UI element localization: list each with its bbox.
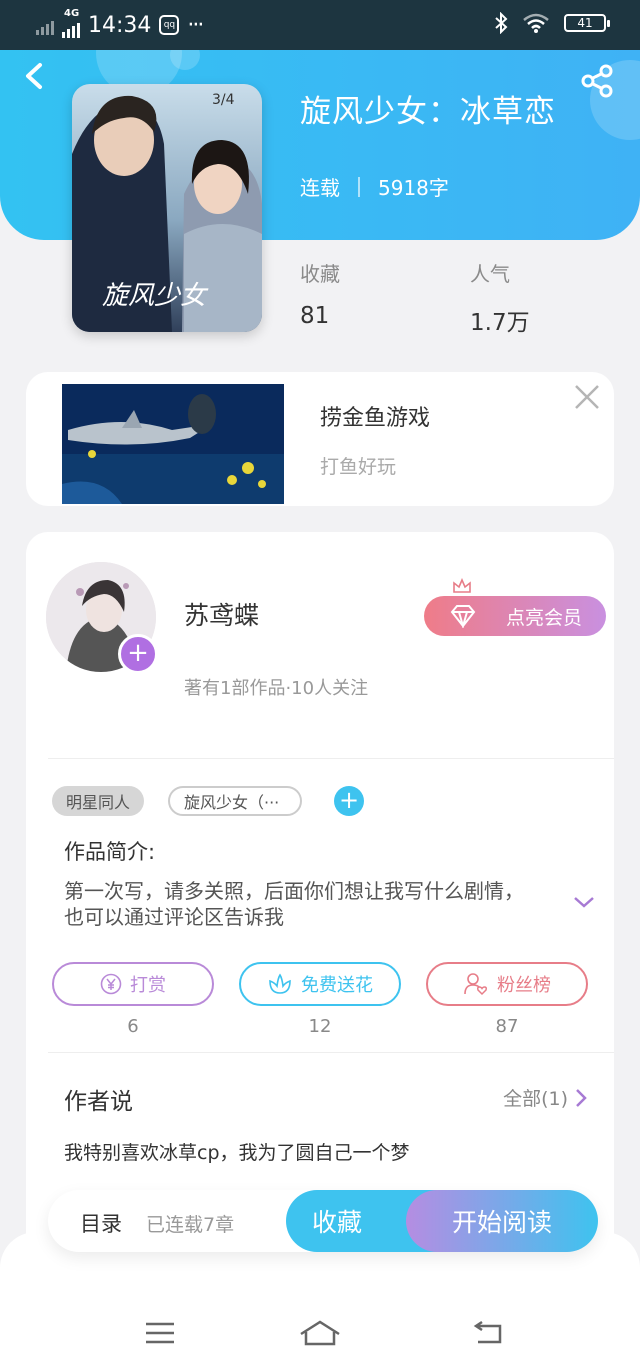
chevron-right-icon <box>576 1088 587 1107</box>
ad-close-button[interactable] <box>572 382 602 412</box>
more-notifications: ··· <box>187 12 204 38</box>
stat-value: 81 <box>300 303 330 329</box>
add-tag-button[interactable]: + <box>334 786 364 816</box>
svg-text:旋风少女: 旋风少女 <box>102 281 209 311</box>
intro-text: 第一次写，请多关照，后面你们想让我写什么剧情，也可以通过评论区告诉我 <box>64 879 524 929</box>
send-flower-button[interactable]: 免费送花 <box>239 962 401 1006</box>
ad-banner[interactable]: 捞金鱼游戏 打鱼好玩 <box>26 372 614 506</box>
author-says-all-button[interactable]: 全部(1) <box>503 1084 588 1111</box>
flower-icon <box>269 973 291 994</box>
author-info: 著有1部作品·10人关注 <box>184 678 369 699</box>
fan-ranking-label: 粉丝榜 <box>497 975 551 996</box>
back-button[interactable] <box>22 60 54 100</box>
status-left: 4G 14:34 qq ··· <box>36 8 204 38</box>
share-button[interactable] <box>580 64 614 98</box>
author-says-title: 作者说 <box>64 1089 133 1115</box>
network-type: 4G <box>64 8 80 19</box>
vip-button[interactable]: 点亮会员 <box>424 578 606 636</box>
author-says-text: 我特别喜欢冰草cp，我为了圆自己一个梦 <box>64 1142 410 1164</box>
fan-ranking-button[interactable]: 粉丝榜 <box>426 962 588 1006</box>
close-icon <box>575 385 599 409</box>
book-title: 旋风少女：冰草恋 <box>300 94 556 130</box>
author-name[interactable]: 苏鸢蝶 <box>184 596 259 632</box>
chapter-count: 已连载7章 <box>146 1214 235 1236</box>
user-heart-icon <box>464 973 488 996</box>
favorite-label: 收藏 <box>312 1208 363 1237</box>
clock: 14:34 <box>88 12 152 38</box>
flower-count: 12 <box>308 1016 332 1037</box>
home-nav-button[interactable] <box>298 1318 342 1348</box>
book-cover[interactable]: 旋风少女 3/4 <box>72 84 262 332</box>
book-word-count: 5918字 <box>378 176 449 200</box>
book-cover-image: 旋风少女 3/4 <box>72 84 262 332</box>
battery-icon: 41 <box>564 14 610 32</box>
book-status: 连载 <box>300 176 340 200</box>
book-meta: 连载 5918字 <box>300 172 449 201</box>
status-right: 41 <box>494 12 610 34</box>
menu-nav-button[interactable] <box>142 1318 178 1348</box>
expand-intro-button[interactable] <box>572 894 596 910</box>
divider <box>48 1052 614 1053</box>
book-detail-card: + 苏鸢蝶 著有1部作品·10人关注 点亮会员 明星同人 旋风少女（··· + … <box>26 532 614 1292</box>
stat-popularity: 人气 1.7万 <box>470 258 530 337</box>
signal-4g-icon: 4G <box>62 8 80 38</box>
tip-button[interactable]: 打赏 <box>52 962 214 1006</box>
flower-label: 免费送花 <box>301 975 373 996</box>
wifi-icon <box>523 13 549 33</box>
vip-label: 点亮会员 <box>505 606 582 629</box>
back-arrow-icon <box>473 1320 502 1344</box>
stat-favorites: 收藏 81 <box>300 258 340 329</box>
follow-author-button[interactable]: + <box>118 634 158 674</box>
ad-image <box>62 384 284 504</box>
tag-item[interactable]: 旋风少女（··· <box>168 786 302 816</box>
qq-app-icon: qq <box>159 15 180 35</box>
stat-value: 1.7万 <box>470 310 530 336</box>
ad-subtitle: 打鱼好玩 <box>320 456 397 478</box>
chevron-down-icon <box>574 897 594 908</box>
home-icon <box>300 1320 340 1346</box>
start-reading-button[interactable]: 开始阅读 <box>406 1190 598 1252</box>
battery-level: 41 <box>577 16 593 30</box>
crown-icon <box>453 578 471 593</box>
tag-item[interactable]: 明星同人 <box>52 786 145 816</box>
fan-count: 87 <box>495 1016 519 1037</box>
start-reading-label: 开始阅读 <box>451 1208 552 1237</box>
meta-divider <box>358 176 360 197</box>
toc-button[interactable]: 目录 <box>80 1208 122 1238</box>
bottom-navigation-area <box>0 1232 640 1372</box>
menu-icon <box>146 1322 174 1344</box>
signal-weak-icon <box>36 15 54 35</box>
tip-label: 打赏 <box>130 975 166 996</box>
bluetooth-icon <box>495 12 508 34</box>
stat-label: 人气 <box>470 262 510 286</box>
status-bar: 4G 14:34 qq ··· 41 <box>0 0 640 50</box>
all-label: 全部(1) <box>503 1088 568 1110</box>
stat-label: 收藏 <box>300 262 340 286</box>
bottom-action-bar: 目录 已连载7章 收藏 开始阅读 <box>48 1190 598 1252</box>
svg-text:3/4: 3/4 <box>212 92 235 108</box>
share-icon <box>581 64 613 98</box>
yen-coin-icon <box>100 973 122 995</box>
diamond-icon <box>450 605 476 628</box>
tip-count: 6 <box>127 1016 139 1037</box>
back-nav-button[interactable] <box>470 1318 506 1348</box>
ad-underwater-image <box>62 384 284 504</box>
chevron-left-icon <box>26 63 42 89</box>
divider <box>48 758 614 759</box>
ad-title: 捞金鱼游戏 <box>320 406 431 431</box>
intro-title: 作品简介: <box>64 840 156 864</box>
